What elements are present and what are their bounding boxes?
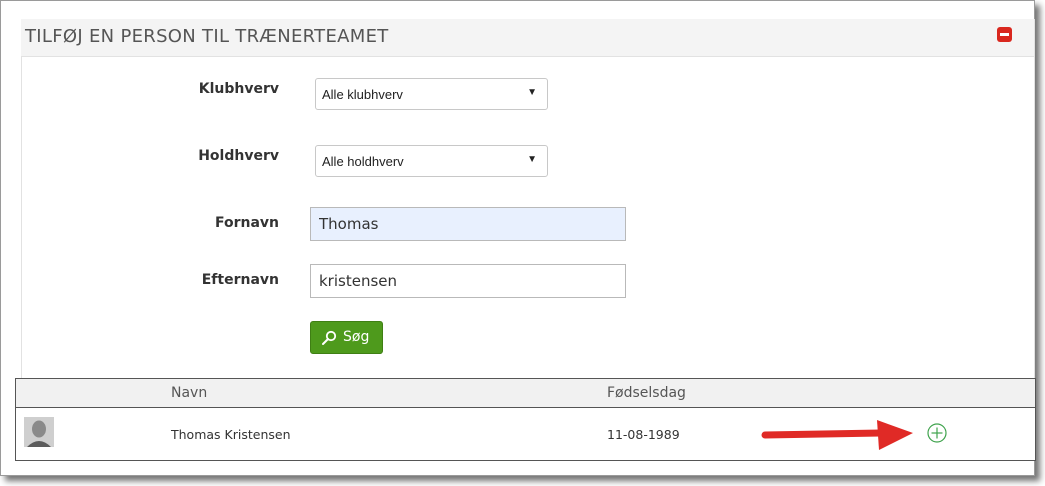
- row-name: Thomas Kristensen: [171, 427, 291, 442]
- collapse-button[interactable]: [997, 27, 1012, 42]
- person-photo-icon: [24, 417, 54, 447]
- add-circle-icon[interactable]: [927, 423, 947, 443]
- chevron-down-icon: ▼: [527, 154, 537, 165]
- klubhverv-select[interactable]: Alle klubhverv ▼: [315, 78, 548, 110]
- dialog-frame: TILFØJ EN PERSON TIL TRÆNERTEAMET Klubhv…: [0, 0, 1036, 476]
- annotation-arrow-icon: [761, 420, 913, 450]
- klubhverv-select-value: Alle klubhverv: [322, 87, 403, 102]
- search-button[interactable]: Søg: [310, 321, 383, 354]
- klubhverv-label: Klubhverv: [198, 81, 279, 97]
- search-button-label: Søg: [343, 329, 370, 345]
- chevron-down-icon: ▼: [527, 87, 537, 98]
- table-header: Navn Fødselsdag: [16, 379, 1035, 408]
- column-header-name: Navn: [171, 385, 208, 401]
- panel-title: TILFØJ EN PERSON TIL TRÆNERTEAMET: [25, 26, 389, 47]
- row-birthday: 11-08-1989: [607, 427, 680, 442]
- holdhverv-select[interactable]: Alle holdhverv ▼: [315, 145, 548, 177]
- efternavn-input[interactable]: [310, 264, 626, 298]
- holdhverv-select-value: Alle holdhverv: [322, 154, 404, 169]
- avatar: [24, 417, 54, 447]
- panel-right-border: [1034, 19, 1035, 379]
- column-header-birthday: Fødselsdag: [607, 385, 686, 401]
- fornavn-input[interactable]: [310, 207, 626, 241]
- panel-header: TILFØJ EN PERSON TIL TRÆNERTEAMET: [21, 19, 1035, 57]
- efternavn-label: Efternavn: [201, 272, 279, 288]
- holdhverv-label: Holdhverv: [198, 148, 279, 164]
- fornavn-label: Fornavn: [214, 215, 279, 231]
- search-icon: [322, 330, 337, 345]
